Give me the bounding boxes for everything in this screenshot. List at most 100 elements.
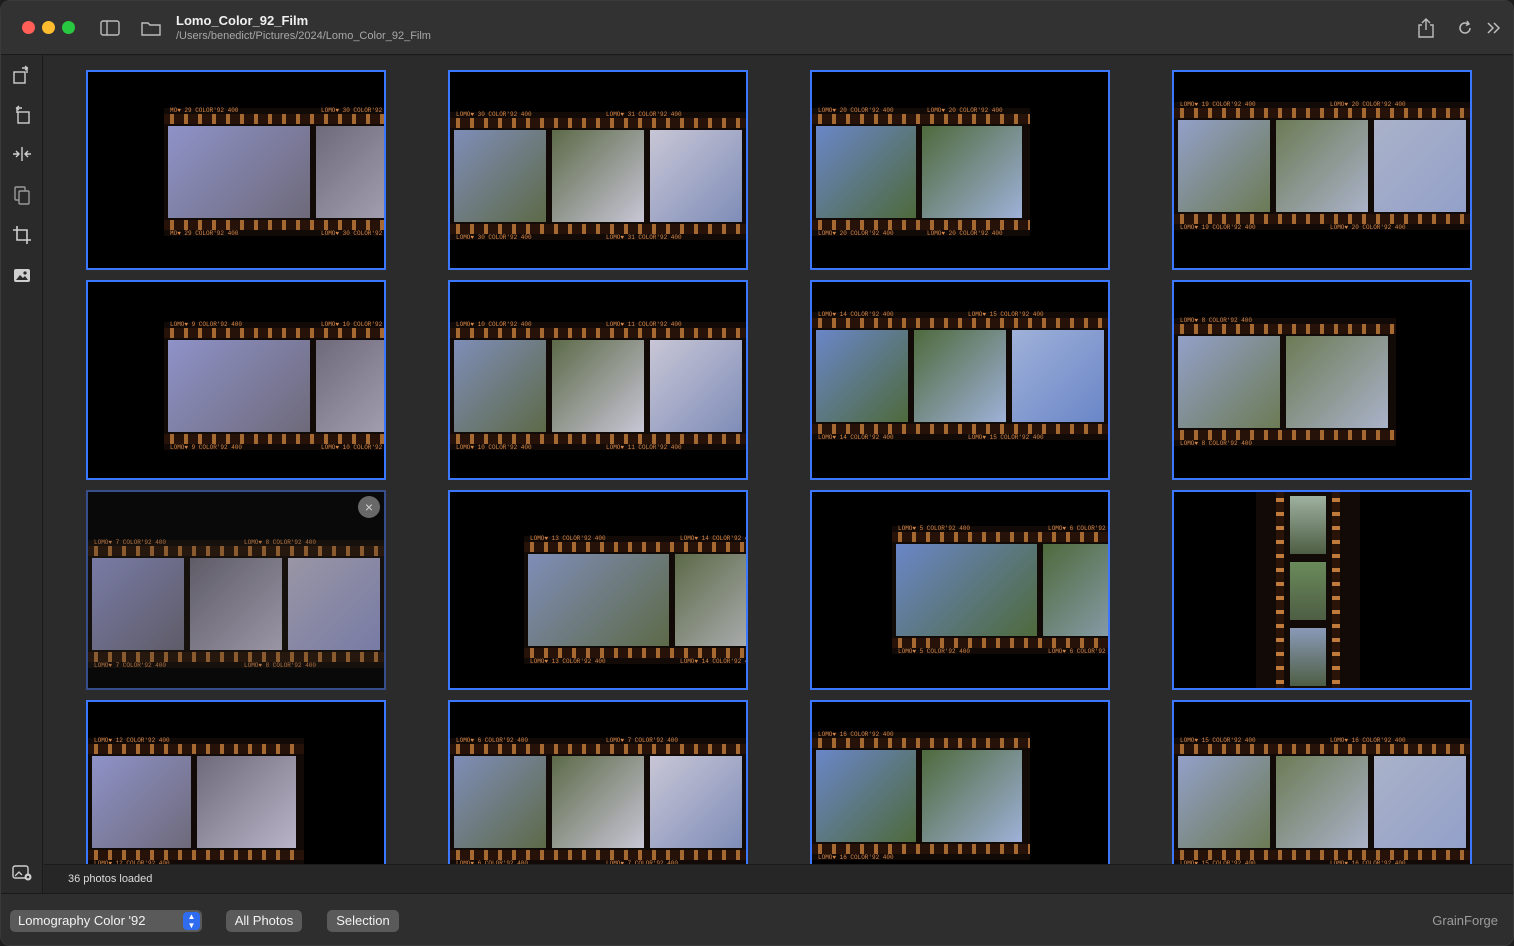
film-frame	[816, 126, 916, 218]
film-strip: LOMO♥ 14 COLOR'92 400 LOMO♥ 14 COLOR'92 4…	[812, 311, 1108, 441]
updown-chevron-icon: ▲ ▼	[183, 912, 200, 930]
film-frame	[1043, 544, 1108, 636]
film-edge-print: LOMO♥ 16 COLOR'92 400	[818, 731, 894, 738]
more-chevron-icon[interactable]	[1481, 15, 1507, 41]
bottom-bar: Lomography Color '92 ▲ ▼ All Photos Selec…	[1, 893, 1513, 945]
film-edge-print: LOMO♥ 8 COLOR'92 400	[244, 662, 317, 669]
film-edge-print: LOMO♥ 14 COLOR'92 400	[818, 434, 894, 441]
film-edge-print: LOMO♥ 5 COLOR'92 400	[898, 525, 971, 532]
film-edge-print: LOMO♥ 20 COLOR'92 400	[1330, 224, 1406, 231]
film-edge-print: LOMO♥ 6 COLOR'92 400	[1048, 648, 1108, 655]
film-edge-print: MO♥ 29 COLOR'92 400	[170, 107, 239, 114]
film-edge-print: LOMO♥ 6 COLOR'92 400	[456, 737, 529, 744]
film-frame	[190, 558, 282, 650]
photo-thumbnail[interactable]: LOMO♥ 10 COLOR'92 400 LOMO♥ 10 COLOR'92 4…	[448, 280, 748, 480]
film-frame	[1290, 628, 1326, 686]
film-edge-print: LOMO♥ 10 COLOR'92 400	[456, 321, 532, 328]
film-strip: LOMO♥ 20 COLOR'92 400 LOMO♥ 20 COLOR'92 4…	[812, 107, 1030, 237]
rotate-right-icon[interactable]	[10, 103, 34, 127]
film-edge-print: LOMO♥ 7 COLOR'92 400	[94, 539, 167, 546]
photo-count-status: 36 photos loaded	[68, 873, 153, 885]
photo-thumbnail[interactable]: LOMO♥ 14 COLOR'92 400 LOMO♥ 14 COLOR'92 4…	[810, 280, 1110, 480]
photo-thumbnail[interactable]: LOMO♥ 13 COLOR'92 400 LOMO♥ 13 COLOR'92 4…	[448, 490, 748, 690]
film-edge-print: LOMO♥ 19 COLOR'92 400	[1180, 101, 1256, 108]
film-frame	[552, 756, 644, 848]
film-frame	[1276, 756, 1368, 848]
film-edge-print: LOMO♥ 16 COLOR'92 400	[818, 854, 894, 861]
film-strip: LOMO♥ 13 COLOR'92 400 LOMO♥ 13 COLOR'92 4…	[524, 535, 746, 665]
flip-horizontal-icon[interactable]	[10, 142, 34, 166]
close-window-button[interactable]	[22, 21, 35, 34]
film-stock-select[interactable]: Lomography Color '92 ▲ ▼	[10, 910, 202, 932]
selection-button[interactable]: Selection	[327, 910, 399, 932]
photo-thumbnail[interactable]: LOMO♥ 6 COLOR'92 400 LOMO♥ 6 COLOR'92 400…	[448, 700, 748, 864]
photo-grid: MO♥ 29 COLOR'92 400 MO♥ 29 COLOR'92 400 LO…	[44, 56, 1513, 864]
share-icon[interactable]	[1413, 15, 1439, 41]
film-strip: LOMO♥ 5 COLOR'92 400 LOMO♥ 5 COLOR'92 400…	[892, 525, 1108, 655]
film-frame	[1286, 336, 1388, 428]
film-frame	[650, 756, 742, 848]
film-frame	[552, 340, 644, 432]
film-edge-print: LOMO♥ 13 COLOR'92 400	[530, 658, 606, 665]
photo-thumbnail[interactable]: LOMO♥ 8 COLOR'92 400 LOMO♥ 8 COLOR'92 400	[1172, 280, 1472, 480]
film-strip: LOMO♥ 6 COLOR'92 400 LOMO♥ 6 COLOR'92 400…	[450, 737, 746, 864]
film-strip: LOMO♥ 8 COLOR'92 400 LOMO♥ 8 COLOR'92 400	[1174, 317, 1396, 447]
film-frame	[896, 544, 1037, 636]
film-frame	[197, 756, 296, 848]
film-edge-print: LOMO♥ 7 COLOR'92 400	[94, 662, 167, 669]
photo-thumbnail[interactable]: LOMO♥ 5 COLOR'92 400 LOMO♥ 5 COLOR'92 400…	[810, 490, 1110, 690]
film-edge-print: LOMO♥ 14 COLOR'92 400	[680, 658, 746, 665]
photo-thumbnail[interactable]: LOMO♥ 16 COLOR'92 400 LOMO♥ 16 COLOR'92 4…	[810, 700, 1110, 864]
film-edge-print: LOMO♥ 9 COLOR'92 400	[170, 321, 243, 328]
photo-thumbnail[interactable]: LOMO♥ 12 COLOR'92 400 LOMO♥ 12 COLOR'92 4…	[86, 700, 386, 864]
film-frame	[1178, 120, 1270, 212]
film-edge-print: LOMO♥ 9 COLOR'92 400	[170, 444, 243, 451]
film-edge-print: LOMO♥ 19 COLOR'92 400	[1180, 224, 1256, 231]
film-frame	[1290, 496, 1326, 554]
photo-thumbnail[interactable]: LOMO♥ 15 COLOR'92 400 LOMO♥ 15 COLOR'92 4…	[1172, 700, 1472, 864]
film-strip: LOMO♥ 30 COLOR'92 400 LOMO♥ 30 COLOR'92 4…	[450, 111, 746, 241]
film-frame	[92, 558, 184, 650]
crop-icon[interactable]	[10, 223, 34, 247]
film-frame	[1276, 120, 1368, 212]
remove-photo-icon[interactable]: ×	[358, 496, 380, 518]
film-strip: LOMO♥ 19 COLOR'92 400 LOMO♥ 19 COLOR'92 4…	[1174, 101, 1470, 231]
image-adjust-icon[interactable]	[10, 263, 34, 287]
all-photos-button[interactable]: All Photos	[226, 910, 302, 932]
image-settings-icon[interactable]	[10, 861, 34, 885]
zoom-window-button[interactable]	[62, 21, 75, 34]
photo-thumbnail[interactable]: LOMO♥ 20 COLOR'92 400 LOMO♥ 20 COLOR'92 4…	[810, 70, 1110, 270]
photo-thumbnail[interactable]	[1172, 490, 1472, 690]
photo-thumbnail[interactable]: LOMO♥ 7 COLOR'92 400 LOMO♥ 7 COLOR'92 400…	[86, 490, 386, 690]
rotate-left-icon[interactable]	[10, 63, 34, 87]
film-frame	[1290, 562, 1326, 620]
sidebar-toggle-icon[interactable]	[97, 15, 123, 41]
film-frame	[650, 130, 742, 222]
film-edge-print: LOMO♥ 14 COLOR'92 400	[680, 535, 746, 542]
film-frame	[528, 554, 669, 646]
film-edge-print: LOMO♥ 31 COLOR'92 400	[606, 234, 682, 241]
film-edge-print: LOMO♥ 11 COLOR'92 400	[606, 444, 682, 451]
film-frame	[922, 126, 1022, 218]
copy-settings-icon[interactable]	[10, 183, 34, 207]
window-title: Lomo_Color_92_Film	[176, 13, 309, 28]
film-frame	[1178, 756, 1270, 848]
folder-icon[interactable]	[138, 15, 164, 41]
status-bar: 36 photos loaded	[44, 864, 1513, 893]
minimize-window-button[interactable]	[42, 21, 55, 34]
film-frame	[454, 756, 546, 848]
photo-thumbnail[interactable]: LOMO♥ 30 COLOR'92 400 LOMO♥ 30 COLOR'92 4…	[448, 70, 748, 270]
film-edge-print: LOMO♥ 20 COLOR'92 400	[818, 230, 894, 237]
film-edge-print: LOMO♥ 14 COLOR'92 400	[818, 311, 894, 318]
film-edge-print: LOMO♥ 20 COLOR'92 400	[927, 107, 1003, 114]
film-strip: LOMO♥ 10 COLOR'92 400 LOMO♥ 10 COLOR'92 4…	[450, 321, 746, 451]
film-frame	[168, 126, 310, 218]
film-edge-print: LOMO♥ 30 COLOR'92 400	[321, 230, 384, 237]
photo-thumbnail[interactable]: MO♥ 29 COLOR'92 400 MO♥ 29 COLOR'92 400 LO…	[86, 70, 386, 270]
photo-thumbnail[interactable]: LOMO♥ 19 COLOR'92 400 LOMO♥ 19 COLOR'92 4…	[1172, 70, 1472, 270]
photo-thumbnail[interactable]: LOMO♥ 9 COLOR'92 400 LOMO♥ 9 COLOR'92 400…	[86, 280, 386, 480]
film-edge-print: LOMO♥ 15 COLOR'92 400	[1180, 737, 1256, 744]
refresh-icon[interactable]	[1452, 15, 1478, 41]
film-edge-print: LOMO♥ 6 COLOR'92 400	[1048, 525, 1108, 532]
film-edge-print: LOMO♥ 8 COLOR'92 400	[1180, 440, 1253, 447]
